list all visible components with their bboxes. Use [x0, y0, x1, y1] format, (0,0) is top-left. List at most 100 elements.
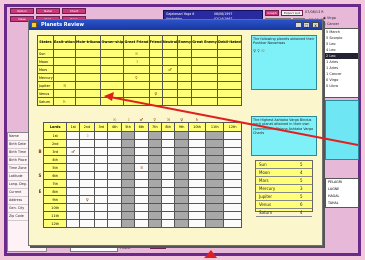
lords-mark-cell	[160, 147, 176, 156]
lords-mark-cell	[160, 219, 176, 228]
lords-mark-cell	[120, 187, 136, 196]
status-mark-cell	[191, 49, 218, 58]
bottom-right-list-item[interactable]: HAGAL	[326, 193, 358, 200]
lords-row: B 3rd ♂	[37, 147, 242, 156]
minimize-button[interactable]: _	[295, 22, 302, 28]
background-top-button[interactable]: Natal	[36, 8, 60, 14]
background-right-list[interactable]: 5 March 5 Scorpio 5 Leo 4 Leo 2 Leo 1 Aries 1 …	[323, 28, 359, 98]
status-mark-cell	[52, 65, 76, 74]
right-list-item[interactable]: 0 Libra	[324, 83, 358, 89]
lords-mark-cell	[120, 219, 136, 228]
lords-mark-cell	[205, 211, 225, 220]
export-list-button[interactable]: Export List	[281, 10, 303, 16]
status-header-cell: Exalt-ation	[52, 35, 76, 50]
status-row: Mercury ☿	[37, 73, 243, 82]
status-mark-cell: ♃	[52, 81, 76, 90]
lords-mark-cell	[94, 211, 109, 220]
graph-button[interactable]: Graph	[265, 10, 279, 16]
background-cyan-panel	[325, 100, 359, 160]
lords-mark-cell	[134, 171, 149, 180]
lords-mark-cell	[174, 187, 189, 196]
bindus-row: Moon 4	[256, 169, 312, 177]
close-button[interactable]: x	[312, 22, 319, 28]
status-mark-cell	[191, 81, 218, 90]
lords-mark-cell	[223, 211, 242, 220]
lords-header-row: Lords 1st 2nd 3rd 4th 5th 6th 7th 8th 9th 10th 11th…	[37, 122, 242, 132]
lords-header-cell: 8th	[160, 122, 176, 132]
pushkar-note-symbols: ♀ ☿ ☉	[253, 47, 265, 53]
lords-mark-cell	[134, 187, 149, 196]
status-mark-cell	[123, 81, 150, 90]
status-row: Venus ♀	[37, 89, 243, 98]
status-mark-cell	[74, 97, 102, 106]
lords-mark-cell	[223, 163, 242, 172]
lords-mark-cell	[107, 155, 122, 164]
status-mark-cell	[148, 49, 163, 58]
status-mark-cell	[100, 65, 125, 74]
lords-row-label: 2nd	[42, 139, 68, 148]
lords-mark-cell	[205, 171, 225, 180]
bindus-value: 5	[300, 194, 303, 199]
lords-mark-cell	[174, 179, 189, 188]
lords-mark-cell	[94, 187, 109, 196]
background-top-button[interactable]: Chart	[62, 8, 86, 14]
bottom-right-list-item[interactable]: LAGNE	[326, 186, 358, 193]
status-mark-cell	[191, 97, 218, 106]
status-mark-cell	[123, 89, 150, 98]
status-mark-cell	[74, 89, 102, 98]
lords-mark-cell	[120, 171, 136, 180]
bindus-planet: Venus	[259, 202, 272, 207]
lords-row-label: 7th	[42, 179, 68, 188]
lords-mark-cell	[147, 155, 162, 164]
status-mark-cell	[52, 49, 76, 58]
lords-mark-cell	[160, 163, 176, 172]
lords-mark-cell	[134, 147, 149, 156]
status-mark-cell	[216, 73, 243, 82]
lords-mark-cell	[205, 155, 225, 164]
status-mark-cell	[191, 73, 218, 82]
lords-mark-cell	[134, 155, 149, 164]
bindus-value: 4	[300, 170, 303, 175]
lords-mark-cell	[120, 139, 136, 148]
lords-mark-cell	[120, 131, 136, 140]
lords-mark-cell	[174, 219, 189, 228]
lords-row-label: 11th	[42, 211, 68, 220]
lords-mark-cell	[174, 163, 189, 172]
background-top-button[interactable]: Option	[10, 8, 34, 14]
lords-mark-cell	[66, 139, 81, 148]
bottom-right-list-item[interactable]: TAHAL	[326, 200, 358, 207]
lords-mark-cell	[94, 163, 109, 172]
lords-row: 10th	[37, 203, 242, 212]
lords-mark-cell	[107, 131, 122, 140]
maximize-button[interactable]: □	[303, 22, 310, 28]
lords-mark-cell: ♀	[79, 195, 96, 204]
lords-mark-cell	[66, 155, 81, 164]
lords-mark-cell	[205, 139, 225, 148]
lords-mark-cell	[147, 163, 162, 172]
lords-mark-cell	[79, 187, 96, 196]
bottom-right-list-item[interactable]: PELAGRI	[326, 179, 358, 186]
lords-mark-cell	[160, 195, 176, 204]
bindus-row: Venus 6	[256, 201, 312, 209]
status-header-cell: Neutral	[161, 35, 179, 50]
lords-mark-cell	[147, 147, 162, 156]
status-mark-cell	[74, 81, 102, 90]
lords-header-cell: 7th	[147, 122, 162, 132]
phone-field[interactable]	[70, 246, 118, 252]
lords-mark-cell	[134, 131, 149, 140]
status-mark-cell	[161, 73, 179, 82]
lords-header-cell: 5th	[120, 122, 136, 132]
lords-mark-cell	[94, 139, 109, 148]
status-mark-cell	[123, 65, 150, 74]
bindus-planet: Sun	[259, 162, 267, 167]
background-bottom-right-list[interactable]: PELAGRI LAGNE HAGAL TAHAL	[325, 178, 359, 208]
lords-mark-cell	[66, 131, 81, 140]
lords-mark-cell	[107, 179, 122, 188]
lords-mark-cell	[160, 187, 176, 196]
status-mark-cell	[161, 81, 179, 90]
status-row: Moon ☽	[37, 57, 243, 66]
lords-mark-cell	[134, 203, 149, 212]
status-planet-label: Saturn	[37, 97, 54, 106]
lords-mark-cell	[120, 179, 136, 188]
status-mark-cell	[191, 65, 218, 74]
